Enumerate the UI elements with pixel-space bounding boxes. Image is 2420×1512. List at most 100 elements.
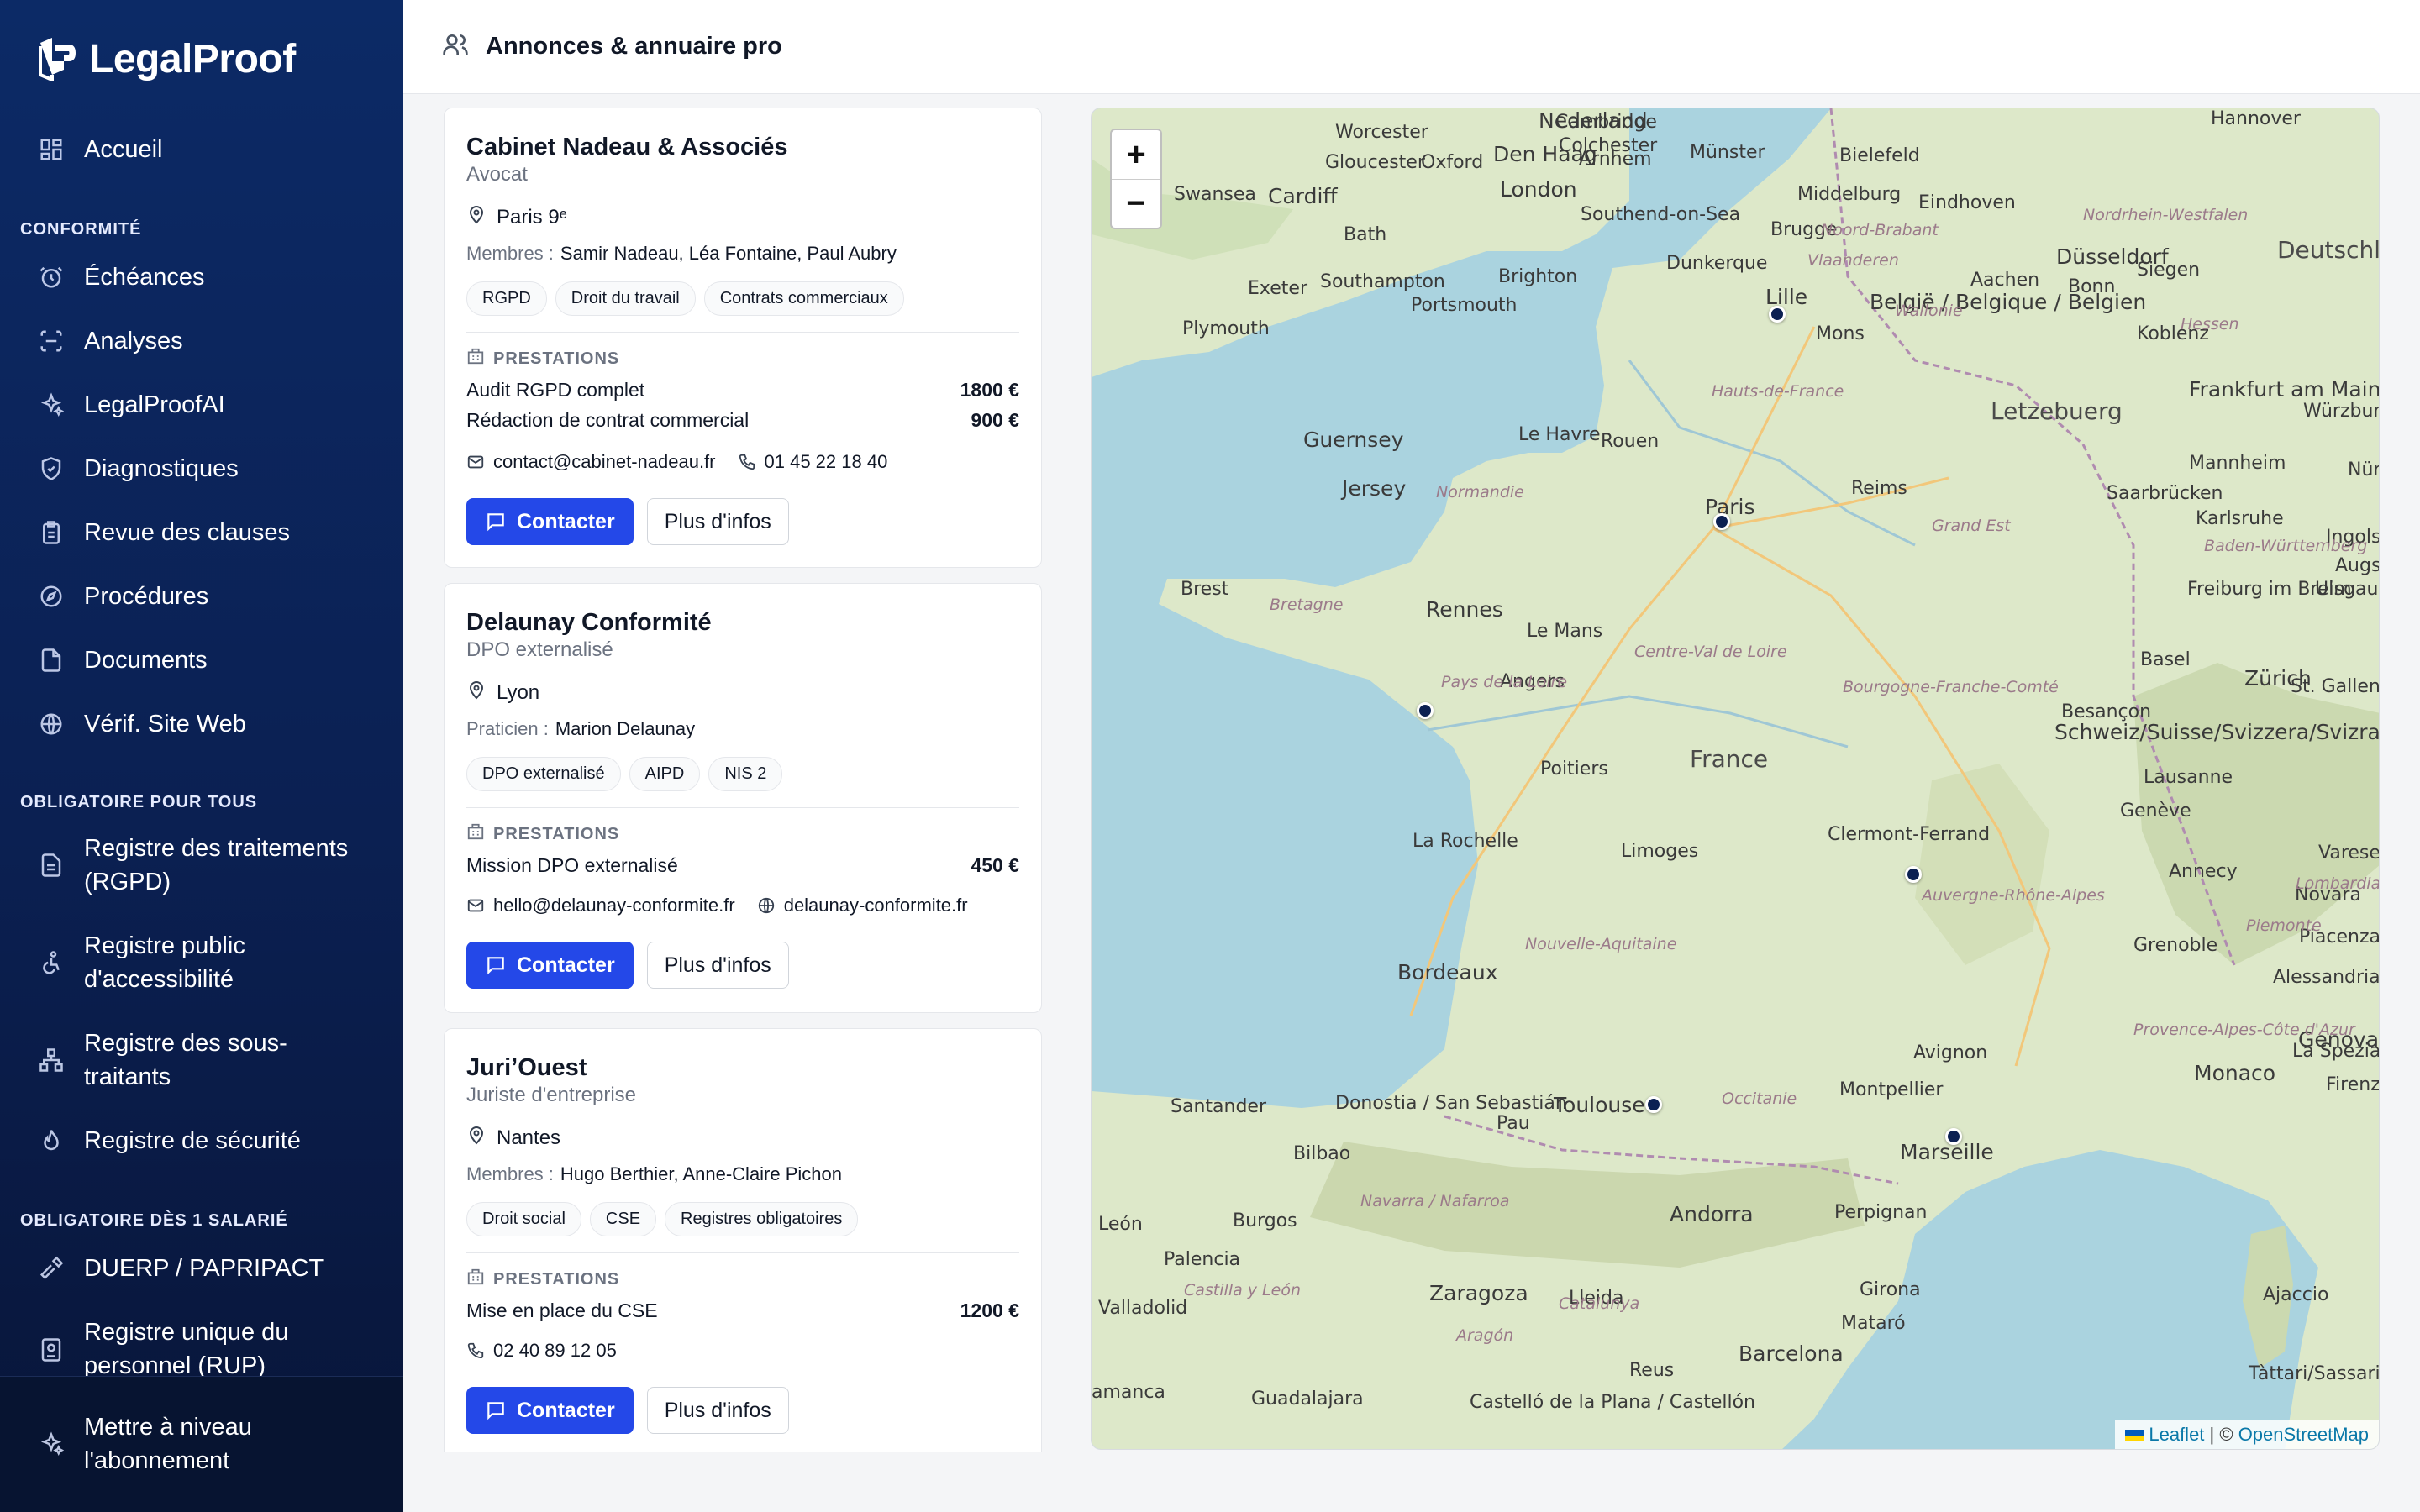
map-label: Eindhoven bbox=[1918, 192, 2016, 213]
email-link[interactable]: hello@delaunay-conformite.fr bbox=[466, 895, 735, 916]
contact-button[interactable]: Contacter bbox=[466, 1387, 634, 1434]
file-icon bbox=[37, 646, 66, 675]
prestation-name: Rédaction de contrat commercial bbox=[466, 409, 750, 431]
map-pin-icon bbox=[466, 1125, 487, 1151]
prestations-header: PRESTATIONS bbox=[466, 347, 1019, 370]
website-value: delaunay-conformite.fr bbox=[783, 895, 968, 916]
sidebar-item-accueil[interactable]: Accueil bbox=[20, 133, 383, 166]
map-pin-icon bbox=[466, 204, 487, 230]
map-label: Castelló de la Plana / Castellón bbox=[1470, 1392, 1756, 1413]
listing-panel[interactable]: Cabinet Nadeau & Associés Avocat Paris 9… bbox=[444, 108, 1042, 1452]
email-value: hello@delaunay-conformite.fr bbox=[493, 895, 735, 916]
sidebar-item-registre-securite[interactable]: Registre de sécurité bbox=[20, 1124, 383, 1158]
sidebar-item-registre-accessibilite[interactable]: Registre public d'accessibilité bbox=[20, 929, 383, 996]
sidebar-item-analyses[interactable]: Analyses bbox=[20, 324, 383, 358]
map-label: London bbox=[1500, 177, 1577, 202]
sidebar-item-label: Registre de sécurité bbox=[84, 1127, 301, 1154]
sidebar-item-registre-sous-traitants[interactable]: Registre des sous-traitants bbox=[20, 1026, 383, 1094]
map-label: Aachen bbox=[1970, 270, 2040, 291]
sidebar-item-procedures[interactable]: Procédures bbox=[20, 580, 383, 613]
tag: Droit du travail bbox=[555, 281, 696, 316]
sidebar-item-rup[interactable]: Registre unique du personnel (RUP) bbox=[20, 1315, 383, 1376]
tag: NIS 2 bbox=[708, 757, 783, 791]
map-region-label: Hauts-de-France bbox=[1712, 382, 1844, 401]
email-link[interactable]: contact@cabinet-nadeau.fr bbox=[466, 451, 716, 473]
zoom-out-button[interactable]: − bbox=[1112, 179, 1160, 228]
more-info-button[interactable]: Plus d'infos bbox=[646, 498, 789, 545]
map-label: Guadalajara bbox=[1251, 1389, 1364, 1410]
map-region-label: Provence-Alpes-Côte d'Azur bbox=[2133, 1021, 2355, 1039]
zoom-control: + − bbox=[1110, 129, 1162, 229]
sidebar-item-label: Vérif. Site Web bbox=[84, 711, 246, 738]
map-label: Oxford bbox=[1421, 152, 1484, 173]
map-label: Donostia / San Sebastián bbox=[1335, 1093, 1567, 1114]
listing-actions: Contacter Plus d'infos bbox=[466, 942, 1019, 989]
map-label: Deutschl bbox=[2277, 236, 2380, 264]
website-link[interactable]: delaunay-conformite.fr bbox=[757, 895, 968, 916]
sidebar-item-label: Registre des traitements (RGPD) bbox=[84, 835, 349, 895]
prestations-header: PRESTATIONS bbox=[466, 1268, 1019, 1291]
map-label: Münster bbox=[1690, 142, 1765, 163]
hammer-icon bbox=[37, 1254, 66, 1283]
building-icon bbox=[466, 822, 485, 846]
sidebar-item-echeances[interactable]: Échéances bbox=[20, 260, 383, 294]
map-region-label: Lombardia bbox=[2296, 874, 2380, 893]
map-label: Le Mans bbox=[1527, 621, 1603, 642]
sidebar-item-diagnostiques[interactable]: Diagnostiques bbox=[20, 452, 383, 486]
upgrade-subscription-button[interactable]: Mettre à niveau l'abonnement bbox=[20, 1410, 383, 1478]
sidebar-item-duerp[interactable]: DUERP / PAPRIPACT bbox=[20, 1252, 383, 1285]
osm-link[interactable]: OpenStreetMap bbox=[2238, 1424, 2369, 1445]
sidebar-item-label: Accueil bbox=[84, 136, 163, 163]
map-label: Barcelona bbox=[1739, 1341, 1844, 1366]
contact-button[interactable]: Contacter bbox=[466, 942, 634, 989]
listing-type: DPO externalisé bbox=[466, 638, 613, 661]
map-region-label: Castilla y León bbox=[1184, 1281, 1302, 1299]
divider bbox=[466, 807, 1019, 808]
sidebar-item-label: Documents bbox=[84, 647, 208, 674]
listing-card: Juri’Ouest Juriste d'entreprise Nantes M… bbox=[444, 1028, 1042, 1452]
phone-link[interactable]: 01 45 22 18 40 bbox=[738, 451, 887, 473]
map-label: Bonn bbox=[2068, 276, 2116, 297]
contact-label: Contacter bbox=[517, 509, 615, 533]
more-info-button[interactable]: Plus d'infos bbox=[646, 1387, 789, 1434]
map-label: Middelburg bbox=[1797, 184, 1902, 205]
map-marker-marseille[interactable] bbox=[1945, 1128, 1962, 1145]
sidebar-item-legalproofai[interactable]: LegalProofAI bbox=[20, 388, 383, 422]
sidebar-item-label: Échéances bbox=[84, 264, 205, 291]
listing-card: Cabinet Nadeau & Associés Avocat Paris 9… bbox=[444, 108, 1042, 568]
contact-button[interactable]: Contacter bbox=[466, 498, 634, 545]
accessibility-icon bbox=[37, 948, 66, 977]
listing-actions: Contacter Plus d'infos bbox=[466, 498, 1019, 545]
logo-icon bbox=[35, 36, 77, 83]
map-label: Nür bbox=[2348, 459, 2380, 480]
sidebar-item-revue-clauses[interactable]: Revue des clauses bbox=[20, 516, 383, 549]
phone-link[interactable]: 02 40 89 12 05 bbox=[466, 1340, 617, 1362]
map-marker-lille[interactable] bbox=[1769, 306, 1786, 323]
more-info-button[interactable]: Plus d'infos bbox=[646, 942, 789, 989]
sidebar-item-verif-site-web[interactable]: Vérif. Site Web bbox=[20, 707, 383, 741]
map-label: Andorra bbox=[1670, 1202, 1754, 1226]
listing-type: Juriste d'entreprise bbox=[466, 1084, 637, 1106]
listing-card: Delaunay Conformité DPO externalisé Lyon… bbox=[444, 583, 1042, 1013]
map-marker-paris[interactable] bbox=[1713, 513, 1730, 530]
map-view[interactable]: Nederland Hannover Den Haag Arnhem Münster Bi… bbox=[1091, 108, 2380, 1450]
map-region-label: Centre-Val de Loire bbox=[1634, 643, 1787, 661]
map-region-label: Hessen bbox=[2181, 315, 2239, 333]
map-region-label: Baden-Württemberg bbox=[2204, 537, 2368, 555]
map-region-label: Nordrhein-Westfalen bbox=[2083, 206, 2249, 224]
map-marker-toulouse[interactable] bbox=[1645, 1096, 1662, 1113]
map-marker-lyon[interactable] bbox=[1905, 866, 1922, 883]
listing-location: Nantes bbox=[466, 1125, 1019, 1151]
sidebar-item-documents[interactable]: Documents bbox=[20, 643, 383, 677]
contact-label: Contacter bbox=[517, 1398, 615, 1422]
sidebar-item-registre-traitements[interactable]: Registre des traitements (RGPD) bbox=[20, 832, 383, 899]
sidebar-item-label: Procédures bbox=[84, 583, 209, 610]
app-logo[interactable]: LegalProof bbox=[35, 35, 296, 83]
map-marker-nantes[interactable] bbox=[1417, 702, 1434, 719]
zoom-in-button[interactable]: + bbox=[1112, 130, 1160, 179]
leaflet-link[interactable]: Leaflet bbox=[2149, 1424, 2204, 1445]
map-label: Grenoble bbox=[2133, 935, 2218, 956]
map-region-label: Auvergne-Rhône-Alpes bbox=[1922, 886, 2105, 905]
listing-members: Praticien : Marion Delaunay bbox=[466, 718, 1019, 740]
map-label: Karlsruhe bbox=[2196, 508, 2284, 529]
